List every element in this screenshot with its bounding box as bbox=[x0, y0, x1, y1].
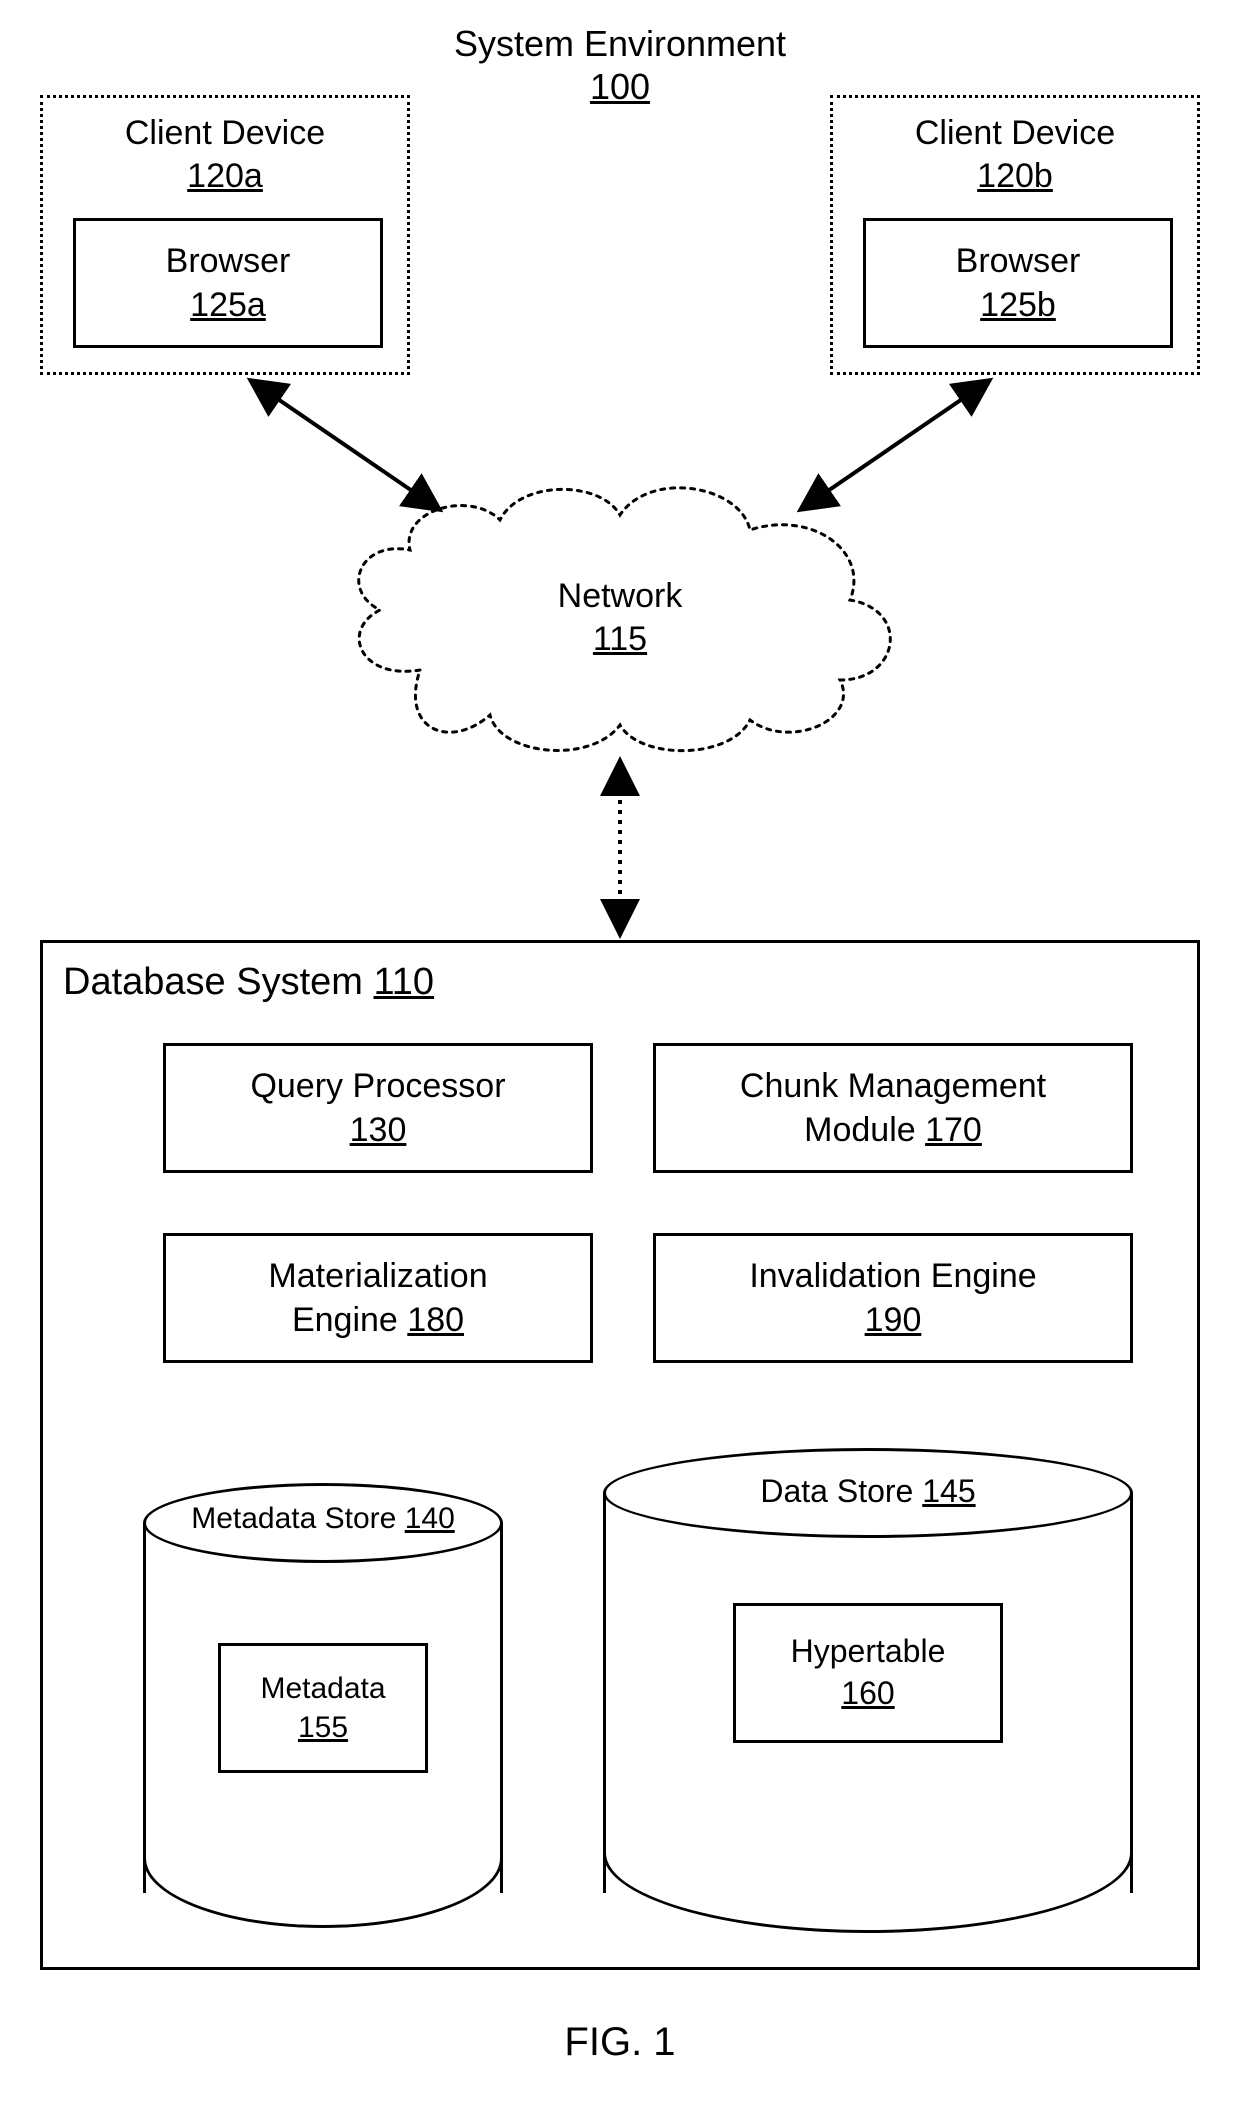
database-heading: Database System 110 bbox=[63, 961, 434, 1004]
metadata-box: Metadata 155 bbox=[218, 1643, 428, 1773]
query-processor: Query Processor 130 bbox=[163, 1043, 593, 1173]
chunk-management-module: Chunk Management Module 170 bbox=[653, 1043, 1133, 1173]
hypertable-box: Hypertable 160 bbox=[733, 1603, 1003, 1743]
invalidation-engine: Invalidation Engine 190 bbox=[653, 1233, 1133, 1363]
connector-arrows bbox=[0, 0, 1240, 1000]
figure-label: FIG. 1 bbox=[0, 2020, 1240, 2065]
database-system: Database System 110 Query Processor 130 … bbox=[40, 940, 1200, 1970]
metadata-store-label: Metadata Store 140 bbox=[143, 1500, 503, 1538]
diagram-canvas: System Environment 100 Client Device 120… bbox=[0, 0, 1240, 2116]
data-store-label: Data Store 145 bbox=[603, 1471, 1133, 1511]
materialization-engine: Materialization Engine 180 bbox=[163, 1233, 593, 1363]
